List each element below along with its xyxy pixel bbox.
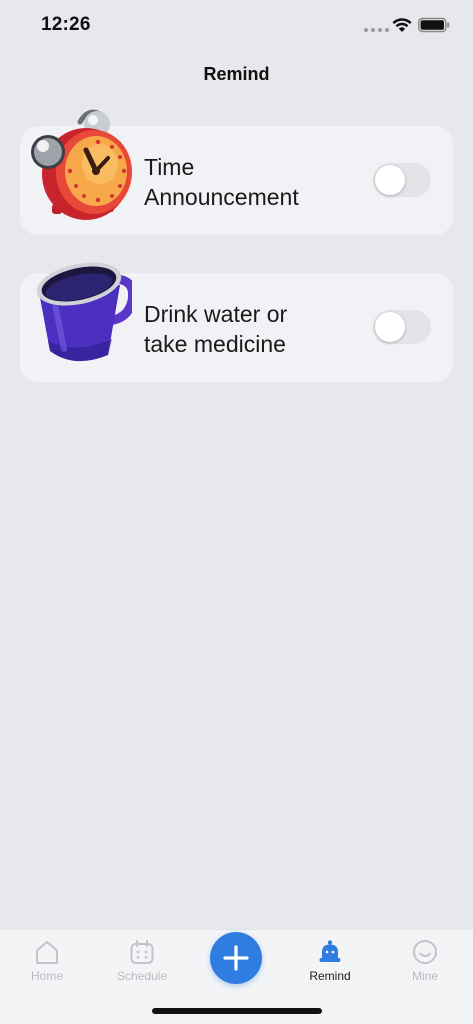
reminder-label: Time Announcement	[144, 154, 299, 210]
drink-water-toggle[interactable]	[373, 310, 431, 344]
tab-label: Mine	[411, 969, 438, 983]
time-announcement-toggle[interactable]	[373, 163, 431, 197]
tab-label: Home	[30, 969, 63, 983]
tab-remind[interactable]: Remind	[290, 938, 370, 983]
toggle-knob	[375, 165, 405, 195]
page-title: Remind	[203, 64, 270, 84]
battery-icon	[418, 17, 450, 33]
status-time: 12:26	[41, 14, 91, 35]
tab-mine[interactable]: Mine	[385, 938, 465, 983]
tab-label: Schedule	[116, 969, 168, 983]
status-bar: 12:26	[0, 0, 473, 52]
home-icon	[36, 941, 58, 964]
add-button[interactable]	[210, 932, 262, 984]
reminder-label: Drink water or take medicine	[144, 301, 288, 357]
calendar-icon	[130, 940, 154, 964]
reminder-card-drink-water[interactable]: Drink water or take medicine	[20, 262, 453, 382]
tab-schedule[interactable]: Schedule	[102, 938, 182, 983]
smiley-icon	[413, 940, 437, 964]
remind-screen: 12:26 Remind Time Announcement Drink wat…	[0, 0, 473, 1024]
mug-icon	[36, 262, 132, 362]
plus-icon	[223, 945, 249, 971]
tab-label: Remind	[309, 969, 351, 983]
home-indicator	[152, 1008, 322, 1014]
toggle-knob	[375, 312, 405, 342]
wifi-icon	[392, 18, 412, 32]
alarm-clock-icon	[31, 109, 132, 220]
signal-dots-icon	[364, 28, 389, 32]
bell-icon	[319, 940, 341, 962]
tab-home[interactable]: Home	[7, 938, 87, 983]
reminder-card-time-announcement[interactable]: Time Announcement	[20, 109, 453, 235]
